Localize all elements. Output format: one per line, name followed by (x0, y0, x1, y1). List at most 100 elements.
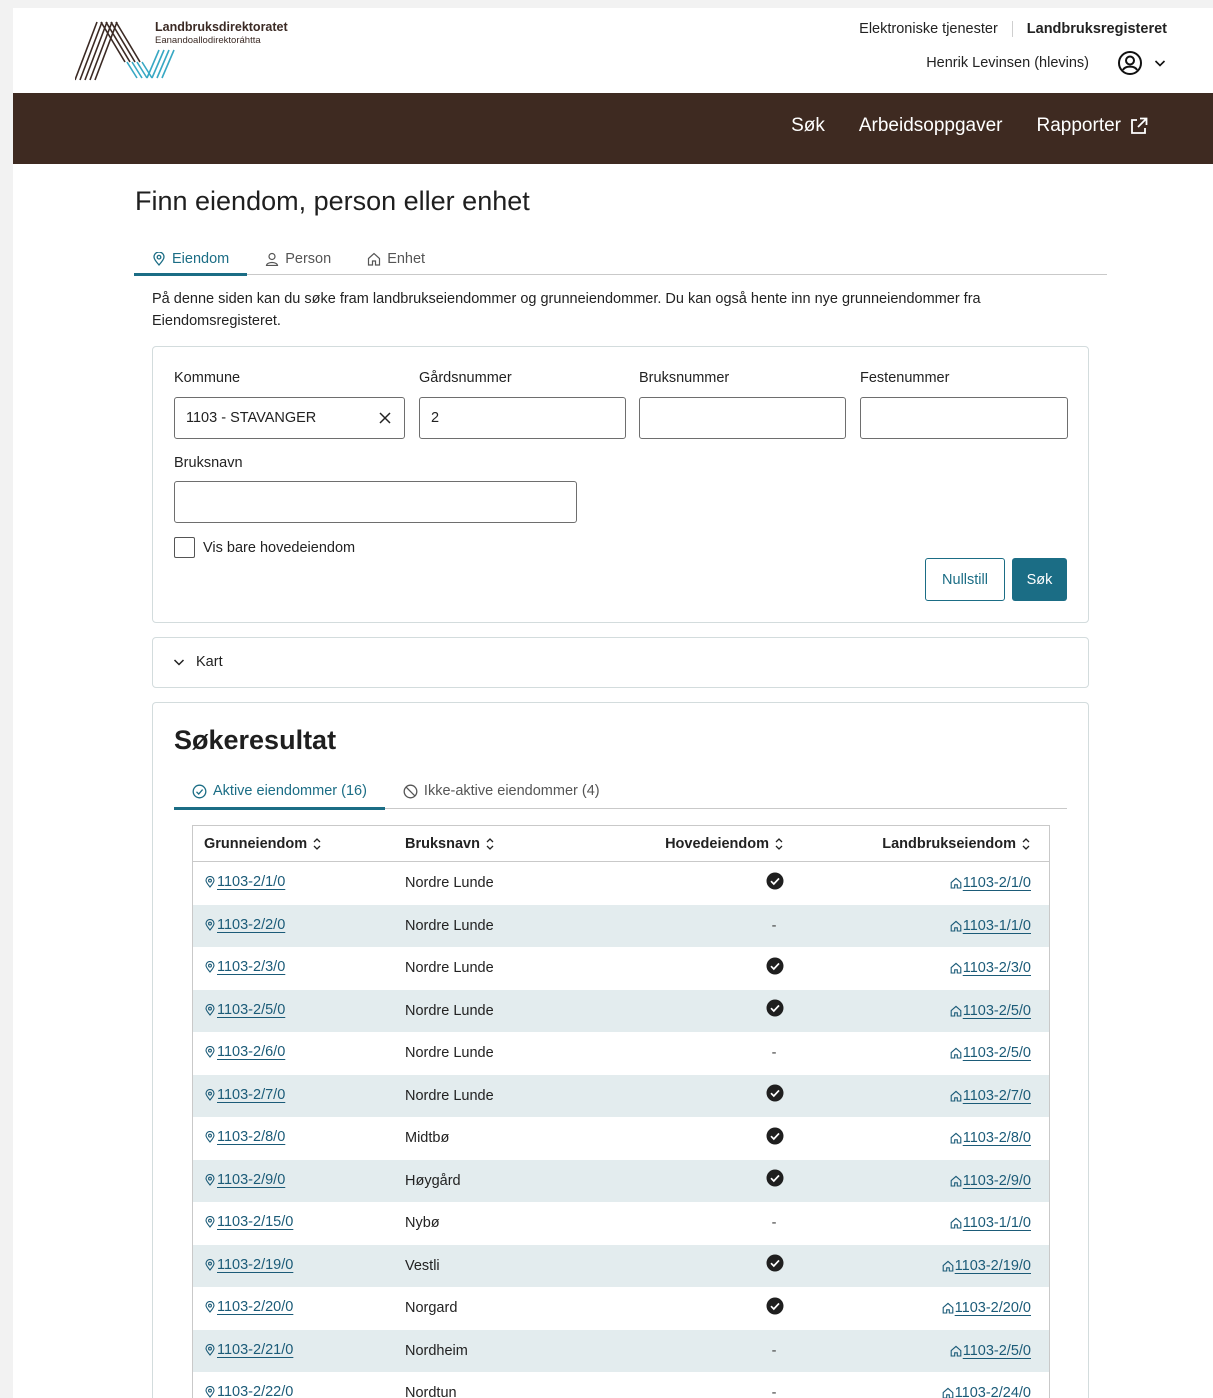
nav-reports[interactable]: Rapporter (1037, 115, 1150, 137)
landbrukseiendom-link[interactable]: 1103-2/1/0 (950, 875, 1031, 891)
house-icon (950, 877, 962, 889)
gardsnummer-field[interactable]: 2 (419, 397, 626, 439)
tab-eiendom[interactable]: Eiendom (134, 244, 248, 276)
grunneiendom-link[interactable]: 1103-2/21/0 (204, 1342, 293, 1358)
table-row: 1103-2/15/0 Nybø - 1103-1/1/0 (193, 1202, 1049, 1245)
cell-bruksnavn: Nybø (405, 1215, 440, 1232)
landbrukseiendom-link[interactable]: 1103-2/3/0 (950, 960, 1031, 976)
table-row: 1103-2/1/0 Nordre Lunde 1103-2/1/0 (193, 862, 1049, 905)
cell-grunneiendom: 1103-2/20/0 (193, 1299, 405, 1317)
landbrukseiendom-link[interactable]: 1103-2/7/0 (950, 1088, 1031, 1104)
grunneiendom-link[interactable]: 1103-2/3/0 (204, 959, 285, 975)
landbrukseiendom-link[interactable]: 1103-2/19/0 (942, 1258, 1031, 1274)
sort-icon (486, 837, 494, 850)
cell-landbrukseiendom: 1103-2/24/0 (784, 1385, 1041, 1398)
landbrukseiendom-id: 1103-1/1/0 (962, 917, 1031, 934)
nav-search[interactable]: Søk (791, 115, 825, 137)
registry-link[interactable]: Landbruksregisteret (1027, 21, 1167, 37)
house-icon (950, 1090, 962, 1102)
column-header-bruksnavn[interactable]: Bruksnavn (405, 836, 644, 852)
tab-inactive-properties[interactable]: Ikke-aktive eiendommer (4) (385, 774, 618, 808)
map-accordion[interactable]: Kart (152, 637, 1089, 688)
cell-landbrukseiendom: 1103-1/1/0 (784, 1215, 1041, 1231)
location-pin-icon (205, 1386, 215, 1398)
clear-icon[interactable] (378, 411, 392, 425)
main-property-checkbox[interactable] (174, 537, 195, 558)
grunneiendom-id: 1103-2/8/0 (217, 1129, 286, 1146)
cell-bruksnavn: Nordre Lunde (405, 1087, 494, 1104)
location-pin-icon (205, 1216, 215, 1229)
user-avatar-icon[interactable] (1117, 50, 1143, 76)
column-header-label: Grunneiendom (204, 835, 308, 852)
house-icon (950, 920, 962, 932)
landbrukseiendom-link[interactable]: 1103-2/5/0 (950, 1343, 1031, 1359)
cell-grunneiendom: 1103-2/6/0 (193, 1044, 405, 1062)
electronic-services-link[interactable]: Elektroniske tjenester (859, 21, 998, 37)
tab-eiendom-label: Eiendom (172, 251, 230, 267)
table-row: 1103-2/9/0 Høygård 1103-2/9/0 (193, 1159, 1049, 1202)
grunneiendom-link[interactable]: 1103-2/2/0 (204, 917, 285, 933)
grunneiendom-link[interactable]: 1103-2/7/0 (204, 1087, 285, 1103)
table-row: 1103-2/3/0 Nordre Lunde 1103-2/3/0 (193, 947, 1049, 990)
bruksnummer-field[interactable] (639, 397, 846, 439)
reset-button[interactable]: Nullstill (925, 558, 1005, 601)
landbrukseiendom-link[interactable]: 1103-2/5/0 (950, 1003, 1031, 1019)
landbrukseiendom-link[interactable]: 1103-1/1/0 (950, 1215, 1031, 1231)
chevron-down-icon[interactable] (1153, 56, 1167, 70)
location-pin-icon (205, 1173, 215, 1186)
column-header-grunneiendom[interactable]: Grunneiendom (193, 836, 405, 852)
grunneiendom-link[interactable]: 1103-2/19/0 (204, 1257, 293, 1273)
cell-grunneiendom: 1103-2/21/0 (193, 1342, 405, 1360)
landbrukseiendom-link[interactable]: 1103-2/24/0 (942, 1385, 1031, 1398)
search-button[interactable]: Søk (1012, 558, 1067, 601)
landbrukseiendom-id: 1103-2/5/0 (962, 1342, 1031, 1359)
user-menu[interactable]: Henrik Levinsen (hlevins) (926, 50, 1167, 76)
table-row: 1103-2/6/0 Nordre Lunde - 1103-2/5/0 (193, 1032, 1049, 1075)
tab-enhet[interactable]: Enhet (349, 244, 443, 274)
nav-tasks[interactable]: Arbeidsoppgaver (859, 115, 1003, 137)
bruksnavn-field[interactable] (174, 481, 577, 523)
landbrukseiendom-link[interactable]: 1103-2/8/0 (950, 1130, 1031, 1146)
landbrukseiendom-id: 1103-2/24/0 (954, 1385, 1031, 1398)
sort-icon (775, 837, 783, 850)
landbrukseiendom-link[interactable]: 1103-2/5/0 (950, 1045, 1031, 1061)
cell-grunneiendom: 1103-2/22/0 (193, 1384, 405, 1398)
kommune-field[interactable]: 1103 - STAVANGER (174, 397, 405, 439)
main-nav: Søk Arbeidsoppgaver Rapporter (13, 93, 1213, 164)
person-icon (266, 252, 279, 266)
landbrukseiendom-link[interactable]: 1103-2/9/0 (950, 1173, 1031, 1189)
grunneiendom-link[interactable]: 1103-2/9/0 (204, 1172, 285, 1188)
column-header-label: Bruksnavn (405, 835, 480, 852)
cell-grunneiendom: 1103-2/9/0 (193, 1172, 405, 1190)
table-row: 1103-2/21/0 Nordheim - 1103-2/5/0 (193, 1329, 1049, 1372)
landbrukseiendom-id: 1103-2/8/0 (962, 1130, 1031, 1147)
grunneiendom-link[interactable]: 1103-2/6/0 (204, 1044, 285, 1060)
empty-dash: - (771, 1215, 777, 1232)
column-header-landbrukseiendom[interactable]: Landbrukseiendom (784, 836, 1041, 852)
chevron-down-icon (173, 659, 185, 666)
festenummer-field[interactable] (860, 397, 1068, 439)
cell-landbrukseiendom: 1103-2/20/0 (784, 1300, 1041, 1316)
cell-grunneiendom: 1103-2/2/0 (193, 917, 405, 935)
tab-active-properties[interactable]: Aktive eiendommer (16) (174, 774, 385, 810)
tab-person[interactable]: Person (247, 244, 349, 274)
landbrukseiendom-link[interactable]: 1103-1/1/0 (950, 918, 1031, 934)
house-icon (950, 1047, 962, 1059)
check-filled-icon (766, 957, 784, 975)
grunneiendom-link[interactable]: 1103-2/15/0 (204, 1214, 293, 1230)
table-row: 1103-2/5/0 Nordre Lunde 1103-2/5/0 (193, 989, 1049, 1032)
main-property-checkbox-row[interactable]: Vis bare hovedeiendom (174, 537, 355, 558)
column-header-hovedeiendom[interactable]: Hovedeiendom (644, 836, 784, 852)
brand-logo[interactable]: Landbruksdirektoratet Eanandoallodirekto… (74, 20, 315, 82)
landbrukseiendom-link[interactable]: 1103-2/20/0 (942, 1300, 1031, 1316)
grunneiendom-link[interactable]: 1103-2/5/0 (204, 1002, 285, 1018)
grunneiendom-link[interactable]: 1103-2/22/0 (204, 1384, 293, 1398)
house-icon (950, 1217, 962, 1229)
grunneiendom-link[interactable]: 1103-2/1/0 (204, 874, 285, 890)
grunneiendom-link[interactable]: 1103-2/8/0 (204, 1129, 285, 1145)
intro-text: På denne siden kan du søke fram landbruk… (152, 291, 981, 329)
top-links: Elektroniske tjenester Landbruksregister… (859, 21, 1167, 37)
grunneiendom-id: 1103-2/3/0 (217, 959, 286, 976)
table-row: 1103-2/22/0 Nordtun - 1103-2/24/0 (193, 1372, 1049, 1398)
grunneiendom-link[interactable]: 1103-2/20/0 (204, 1299, 293, 1315)
